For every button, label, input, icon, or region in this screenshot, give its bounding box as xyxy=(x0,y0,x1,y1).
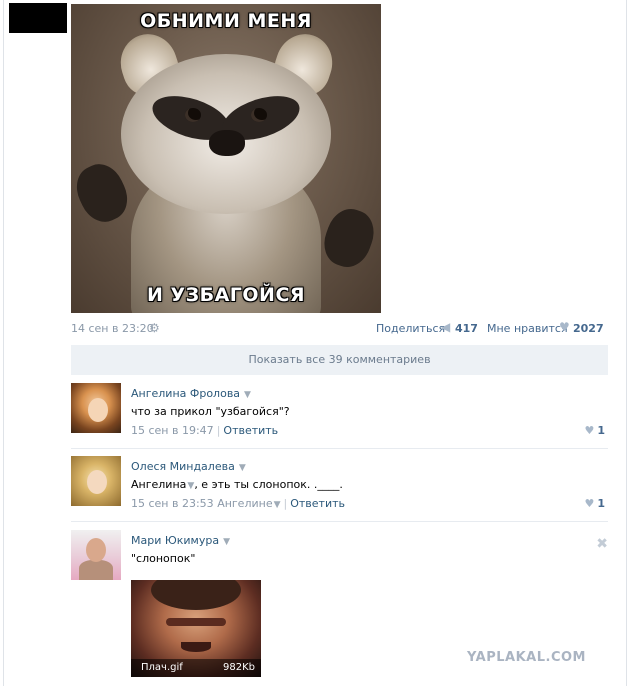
gif-eyes xyxy=(166,618,226,626)
caret-down-icon[interactable]: ▼ xyxy=(274,500,281,510)
separator: | xyxy=(216,424,221,437)
avatar-face xyxy=(86,538,106,562)
meme-caption-bottom: И УЗБАГОЙСЯ xyxy=(146,284,306,306)
post-meta-row: 14 сен в 23:20 ⚙ Поделиться ◀ 417 Мне нр… xyxy=(71,320,607,336)
watermark: YAPLAKAL.COM xyxy=(467,650,586,665)
gif-mouth xyxy=(181,642,211,652)
heart-icon: ♥ xyxy=(584,497,595,510)
comment-item: Олеся Миндалева ▼ Ангелина ▼ , е эть ты сло… xyxy=(71,456,608,516)
comment-text: , е эть ты слонопок. .____. xyxy=(194,478,343,491)
gif-attachment[interactable]: Плач.gif 982Kb xyxy=(131,580,261,677)
megaphone-icon[interactable]: ◀ xyxy=(441,320,450,334)
show-all-comments-button[interactable]: Показать все 39 комментариев xyxy=(71,345,608,375)
gif-filename: Плач.gif xyxy=(141,662,183,673)
meme-image[interactable]: ОБНИМИ МЕНЯ И УЗБАГОЙСЯ xyxy=(71,4,381,313)
meme-raccoon-eye-right xyxy=(251,108,267,122)
comment-divider xyxy=(71,448,608,449)
post-date-link[interactable]: 14 сен в 23:20 xyxy=(71,322,154,335)
meme-raccoon-paw-left xyxy=(71,156,136,230)
comment-author-link[interactable]: Мари Юкимура xyxy=(131,534,219,547)
mention-link[interactable]: Ангелина xyxy=(131,478,186,491)
gear-icon[interactable]: ⚙ xyxy=(149,321,160,335)
avatar[interactable] xyxy=(71,383,121,433)
comment-text: что за прикол "узбагойся"? xyxy=(131,405,290,418)
caret-down-icon[interactable]: ▼ xyxy=(244,390,251,400)
like-button[interactable]: Мне нравится xyxy=(487,322,568,335)
reply-button[interactable]: Ответить xyxy=(223,424,278,437)
comment-like-count: 1 xyxy=(597,497,605,510)
caret-down-icon[interactable]: ▼ xyxy=(239,463,246,473)
avatar-face xyxy=(88,398,108,422)
comment-author-link[interactable]: Олеся Миндалева xyxy=(131,460,235,473)
reply-button[interactable]: Ответить xyxy=(290,497,345,510)
share-count: 417 xyxy=(455,322,478,335)
share-button[interactable]: Поделиться xyxy=(376,322,445,335)
avatar-shirt xyxy=(79,560,113,580)
post-author-avatar[interactable] xyxy=(9,3,67,33)
reply-to-link[interactable]: Ангелине xyxy=(217,497,272,510)
meme-raccoon-eye-left xyxy=(185,108,201,122)
comment-time-link[interactable]: 15 сен в 23:53 xyxy=(131,497,214,510)
avatar-face xyxy=(87,470,107,494)
heart-icon: ♥ xyxy=(584,424,595,437)
comment-like-button[interactable]: ♥ 1 xyxy=(584,424,605,437)
comment-text: "слонопок" xyxy=(131,552,196,565)
meme-caption-top: ОБНИМИ МЕНЯ xyxy=(140,10,312,32)
meme-raccoon-nose xyxy=(209,130,245,156)
heart-icon[interactable]: ♥ xyxy=(559,320,570,334)
comment-like-button[interactable]: ♥ 1 xyxy=(584,497,605,510)
close-icon[interactable]: ✖ xyxy=(596,536,608,552)
caret-down-icon[interactable]: ▼ xyxy=(223,537,230,547)
comment-author-link[interactable]: Ангелина Фролова xyxy=(131,387,240,400)
comment-item: Ангелина Фролова ▼ что за прикол "узбагой… xyxy=(71,383,608,443)
gif-hair xyxy=(151,580,241,610)
like-count: 2027 xyxy=(573,322,604,335)
avatar[interactable] xyxy=(71,456,121,506)
gif-info-bar: Плач.gif 982Kb xyxy=(131,659,261,677)
meme-raccoon-paw-right xyxy=(317,202,381,274)
avatar[interactable] xyxy=(71,530,121,580)
comment-like-count: 1 xyxy=(597,424,605,437)
comment-time-link[interactable]: 15 сен в 19:47 xyxy=(131,424,214,437)
gif-filesize: 982Kb xyxy=(223,662,255,673)
separator: | xyxy=(283,497,288,510)
comment-divider xyxy=(71,521,608,522)
